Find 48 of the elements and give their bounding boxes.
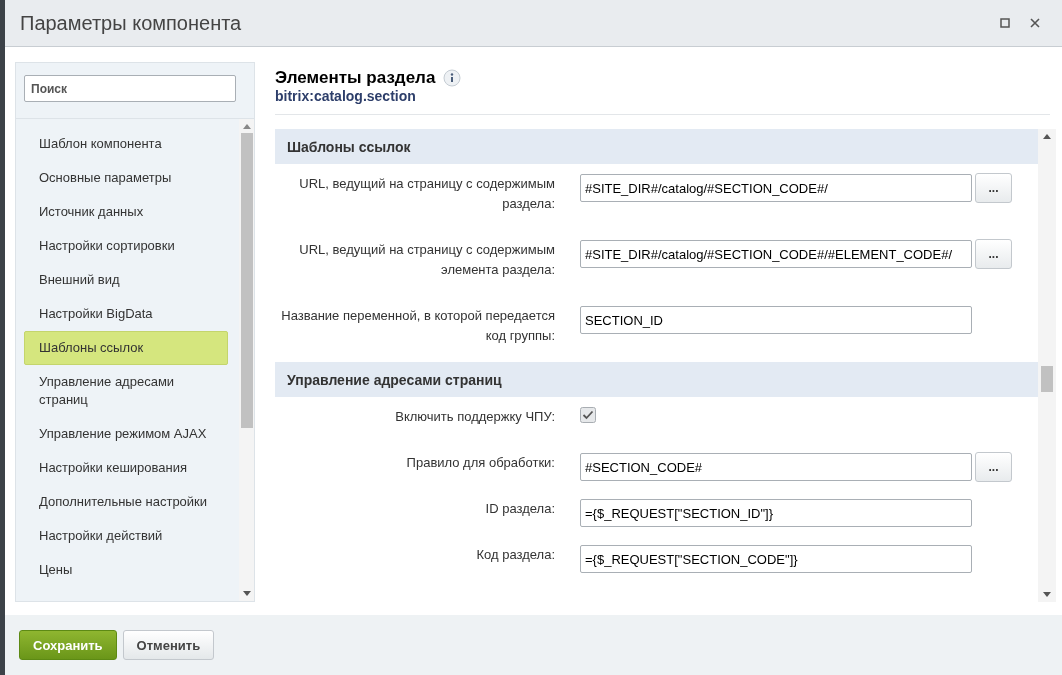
window-title: Параметры компонента <box>20 11 243 35</box>
sidebar-item[interactable]: Внешний вид <box>24 263 228 297</box>
input-field[interactable]: #SITE_DIR#/catalog/#SECTION_CODE#/ <box>580 174 972 202</box>
scrollbar[interactable] <box>239 119 254 601</box>
input-field[interactable]: SECTION_ID <box>580 306 972 334</box>
sidebar-item[interactable]: Настройки кеширования <box>24 451 228 485</box>
section-title: Шаблоны ссылок <box>287 138 411 155</box>
input-field[interactable]: #SITE_DIR#/catalog/#SECTION_CODE#/#ELEMENT_CODE#/ <box>580 240 972 268</box>
component-title: Элементы раздела <box>275 68 436 88</box>
scroll-down-icon[interactable] <box>1043 592 1051 598</box>
field-label: URL, ведущий на страницу с содержимым раздела: <box>298 175 555 213</box>
field-label: URL, ведущий на страницу с содержимым элемента раздела: <box>298 241 555 279</box>
field-label: Название переменной, в которой передается код группы: <box>280 307 555 345</box>
scroll-down-icon[interactable] <box>242 591 251 597</box>
sidebar-item[interactable]: Управление режимом AJAX <box>24 417 228 451</box>
sidebar-item[interactable]: Источник данных <box>24 195 228 229</box>
sidebar-item[interactable]: Шаблоны ссылок <box>24 331 228 365</box>
scrollbar-thumb[interactable] <box>1041 366 1053 392</box>
info-icon[interactable] <box>443 69 462 87</box>
field-label: Код раздела: <box>475 546 555 564</box>
search-field[interactable]: Поиск <box>24 75 236 102</box>
scroll-up-icon[interactable] <box>1043 133 1051 139</box>
field-label: ID раздела: <box>484 500 555 518</box>
input-field[interactable]: ={$_REQUEST["SECTION_CODE"]} <box>580 545 972 573</box>
sidebar-item[interactable]: Управление адресами страниц <box>24 365 228 417</box>
sidebar-item[interactable]: Цены <box>24 553 228 587</box>
sidebar-item[interactable]: Шаблон компонента <box>24 127 228 161</box>
sidebar-item[interactable]: Настройки BigData <box>24 297 228 331</box>
sidebar-item[interactable]: Дополнительные настройки <box>24 485 228 519</box>
input-field[interactable]: #SECTION_CODE# <box>580 453 972 481</box>
close-icon[interactable] <box>1030 18 1040 28</box>
field-label: Правило для обработки: <box>405 454 555 472</box>
input-field[interactable]: ={$_REQUEST["SECTION_ID"]} <box>580 499 972 527</box>
browse-button[interactable]: ... <box>975 173 1012 203</box>
scrollbar-thumb[interactable] <box>240 133 253 428</box>
checkbox[interactable] <box>580 407 596 423</box>
cancel-button[interactable]: Отменить <box>122 630 215 660</box>
scroll-up-icon[interactable] <box>242 123 251 129</box>
scrollbar[interactable] <box>1038 129 1056 602</box>
sidebar-item[interactable]: Настройки действий <box>24 519 228 553</box>
sidebar-item[interactable]: Основные параметры <box>24 161 228 195</box>
component-code: bitrix:catalog.section <box>275 88 416 104</box>
sidebar-item[interactable]: Настройки сортировки <box>24 229 228 263</box>
field-label: Включить поддержку ЧПУ: <box>394 408 555 426</box>
section-title: Управление адресами страниц <box>287 371 502 388</box>
browse-button[interactable]: ... <box>975 239 1012 269</box>
browse-button[interactable]: ... <box>975 452 1012 482</box>
maximize-icon[interactable] <box>1000 18 1010 28</box>
